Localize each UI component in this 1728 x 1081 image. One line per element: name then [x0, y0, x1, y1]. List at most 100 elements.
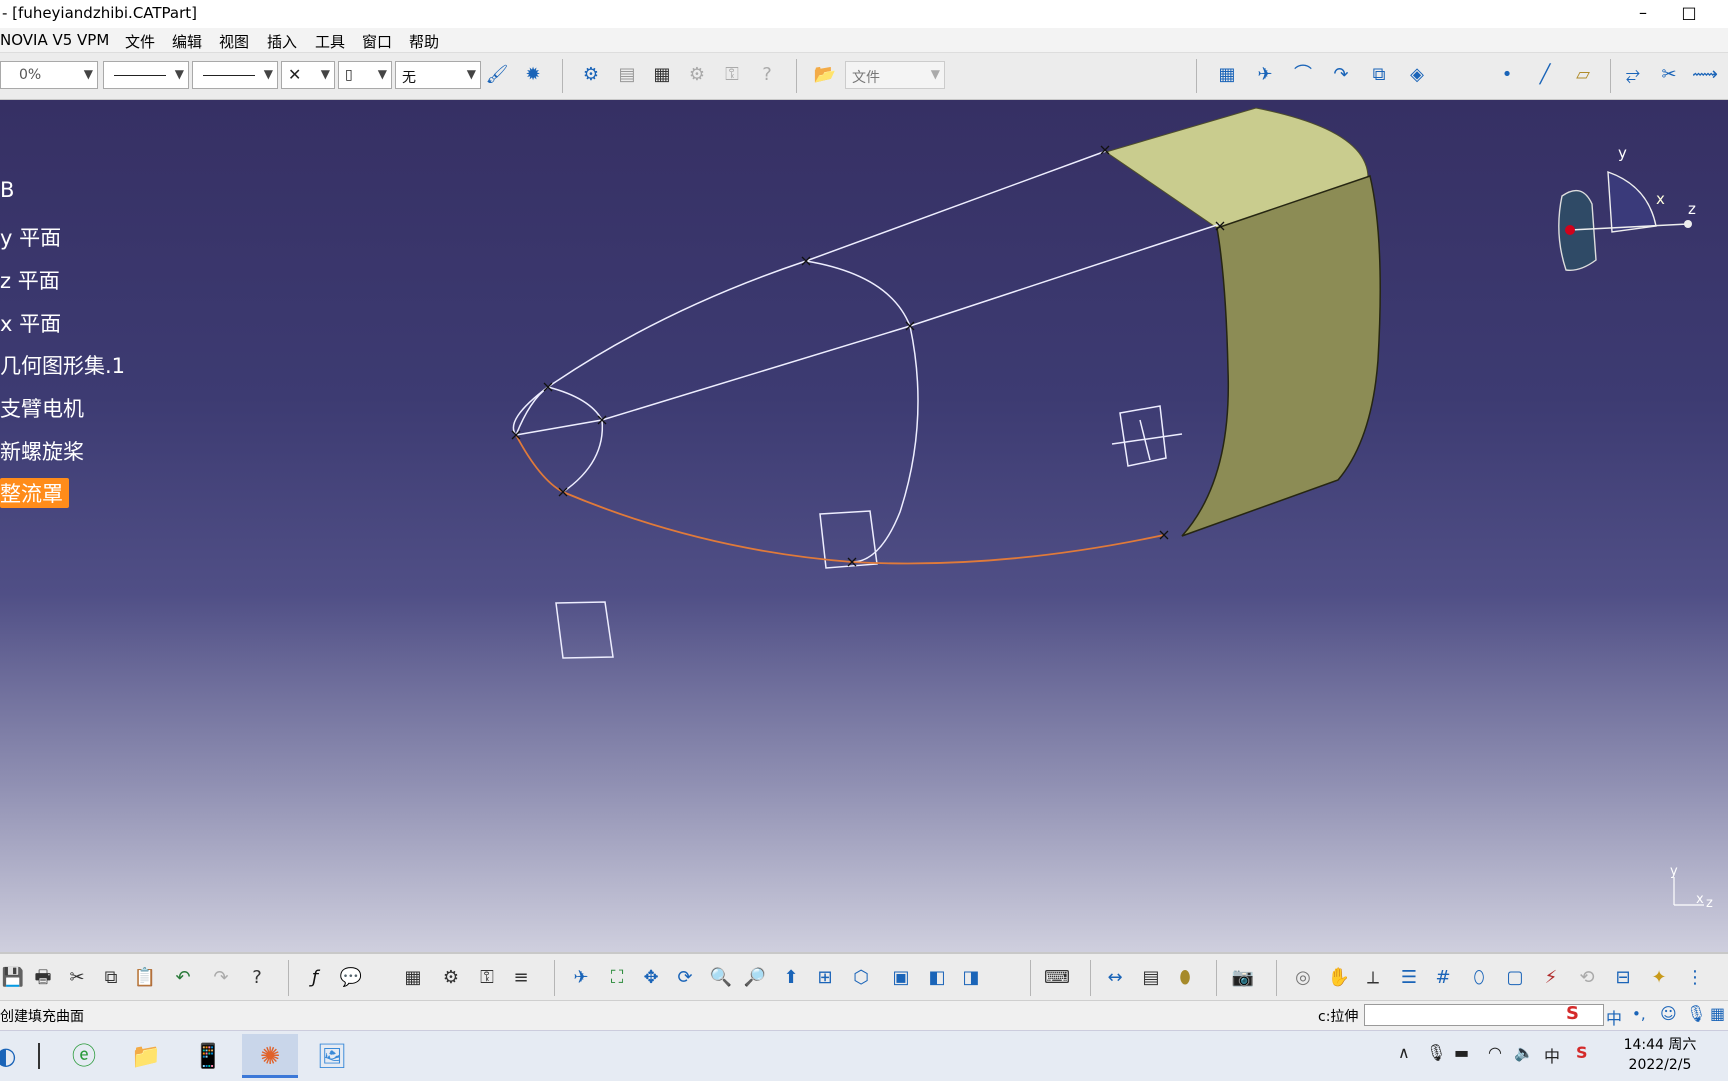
grid-icon[interactable]: #: [1430, 965, 1456, 991]
apply-material-icon[interactable]: ⬮: [1172, 965, 1198, 991]
point-symbol-combo[interactable]: ✕ ▼: [281, 61, 335, 89]
swap-space-icon[interactable]: ◨: [958, 965, 984, 991]
phone-app-icon[interactable]: 📱: [180, 1034, 236, 1078]
box-icon[interactable]: ▢: [1502, 965, 1528, 991]
catia-app-icon[interactable]: ✺: [242, 1034, 298, 1078]
more-tools-icon[interactable]: ⋮: [1682, 965, 1708, 991]
image-viewer-icon[interactable]: 🖼: [304, 1034, 360, 1078]
format-painter-icon[interactable]: 🖌: [484, 62, 510, 88]
sogou-ime-icon[interactable]: S: [1566, 1003, 1579, 1024]
3d-viewport[interactable]: B y 平面 z 平面 x 平面 几何图形集.1 支臂电机 新螺旋桨 整流罩 y…: [0, 100, 1728, 952]
knowledge-icon[interactable]: ⚙: [438, 965, 464, 991]
cylinder-icon[interactable]: ⬯: [1466, 965, 1492, 991]
tray-ime-label[interactable]: 中: [1544, 1043, 1560, 1067]
table-icon[interactable]: ▦: [400, 965, 426, 991]
copy-icon[interactable]: ⧉: [98, 965, 124, 991]
menu-tools[interactable]: 工具: [315, 31, 345, 52]
paste-icon[interactable]: 📋: [132, 965, 158, 991]
file-filter-combo[interactable]: 文件 ▼: [845, 61, 945, 89]
compass-axis-handle[interactable]: [1684, 220, 1692, 228]
start-icon[interactable]: ◐: [0, 1034, 34, 1078]
split-icon[interactable]: ✂: [1656, 62, 1682, 88]
menu-insert[interactable]: 插入: [267, 31, 297, 52]
punctuation-icon[interactable]: •,: [1632, 1005, 1646, 1023]
rotate-icon[interactable]: ⟳: [672, 965, 698, 991]
menu-edit[interactable]: 编辑: [172, 31, 202, 52]
zoom-in-icon[interactable]: 🔍: [708, 965, 734, 991]
formula-icon[interactable]: ƒ: [302, 965, 328, 991]
lock-icon[interactable]: ⚿: [719, 62, 745, 88]
fill-surface-icon[interactable]: ◈: [1404, 62, 1430, 88]
redo-icon[interactable]: ↷: [208, 965, 234, 991]
plane-icon[interactable]: ▱: [1570, 62, 1596, 88]
multi-section-icon[interactable]: ⧉: [1366, 62, 1392, 88]
file-explorer-icon[interactable]: 📁: [118, 1034, 174, 1078]
axis-system-icon[interactable]: ⟂: [1360, 965, 1386, 991]
menu-help[interactable]: 帮助: [409, 31, 439, 52]
fairing-surface-side[interactable]: [1181, 175, 1381, 537]
line-type-combo[interactable]: ▼: [192, 61, 278, 89]
catalog-icon[interactable]: ⚙: [578, 62, 604, 88]
battery-icon[interactable]: ▬: [1454, 1043, 1469, 1062]
selected-boundary-curve[interactable]: [515, 434, 1165, 565]
menu-view[interactable]: 视图: [219, 31, 249, 52]
tree-expand-icon[interactable]: ☰: [1396, 965, 1422, 991]
zoom-out-icon[interactable]: 🔎: [742, 965, 768, 991]
stop-update-icon[interactable]: ⚡: [1538, 965, 1564, 991]
ime-mode-label[interactable]: 中: [1606, 1005, 1622, 1029]
point-icon[interactable]: •: [1494, 62, 1520, 88]
instantiate-icon[interactable]: ✦: [1646, 965, 1672, 991]
save-icon[interactable]: 💾: [0, 965, 26, 991]
measure-inertia-icon[interactable]: ▤: [1138, 965, 1164, 991]
update-icon[interactable]: ⟲: [1574, 965, 1600, 991]
shading-icon[interactable]: ▣: [888, 965, 914, 991]
normal-view-icon[interactable]: ⬆: [778, 965, 804, 991]
trim-icon[interactable]: ⟿: [1692, 62, 1718, 88]
compass-origin-handle[interactable]: [1565, 225, 1575, 235]
network-icon[interactable]: ⚙: [684, 62, 710, 88]
join-icon[interactable]: ⥂: [1620, 62, 1646, 88]
sweep-icon[interactable]: ↷: [1328, 62, 1354, 88]
hide-show-icon[interactable]: ◧: [924, 965, 950, 991]
extrude-icon[interactable]: ✈: [1252, 62, 1278, 88]
line-icon[interactable]: ╱: [1532, 62, 1558, 88]
volume-icon[interactable]: 🔈: [1514, 1043, 1534, 1062]
hand-icon[interactable]: ✋: [1326, 965, 1352, 991]
comment-icon[interactable]: 💬: [338, 965, 364, 991]
sketch-icon[interactable]: ▦: [1214, 62, 1240, 88]
wifi-icon[interactable]: ◠: [1488, 1043, 1502, 1062]
browser-icon[interactable]: ⓔ: [56, 1034, 112, 1078]
compass-widget[interactable]: y x z: [1540, 142, 1700, 292]
menu-file[interactable]: 文件: [125, 31, 155, 52]
toolbox-icon[interactable]: ▦: [1710, 1004, 1725, 1023]
lock-parameter-icon[interactable]: ⚿: [474, 965, 500, 991]
print-icon[interactable]: 🖶: [30, 965, 56, 991]
cut-icon[interactable]: ✂: [64, 965, 90, 991]
measure-icon[interactable]: ↔: [1102, 965, 1128, 991]
swap-visible-icon[interactable]: ◎: [1290, 965, 1316, 991]
hierarchy-icon[interactable]: ⊟: [1610, 965, 1636, 991]
document-icon[interactable]: ▤: [614, 62, 640, 88]
analysis-icon[interactable]: ⌨: [1044, 965, 1070, 991]
tray-mic-icon[interactable]: 🎙: [1426, 1043, 1446, 1062]
minimize-button[interactable]: –: [1620, 0, 1666, 28]
revolve-icon[interactable]: ⌒: [1290, 62, 1316, 88]
report-icon[interactable]: ▦: [649, 62, 675, 88]
pan-icon[interactable]: ✥: [638, 965, 664, 991]
line-thickness-combo[interactable]: ▼: [103, 61, 189, 89]
whats-this-icon[interactable]: ?: [244, 965, 270, 991]
fit-all-icon[interactable]: ⛶: [604, 965, 630, 991]
undo-icon[interactable]: ↶: [170, 965, 196, 991]
tray-expand-icon[interactable]: ∧: [1398, 1043, 1410, 1062]
render-style-combo[interactable]: ▯ ▼: [338, 61, 392, 89]
graphic-properties-icon[interactable]: ✹: [520, 62, 546, 88]
menu-app[interactable]: NOVIA V5 VPM: [0, 31, 109, 49]
maximize-button[interactable]: □: [1666, 0, 1712, 28]
multi-view-icon[interactable]: ⊞: [812, 965, 838, 991]
emoji-icon[interactable]: ☺: [1660, 1004, 1677, 1023]
taskbar-clock[interactable]: 14:44 周六 2022/2/5: [1610, 1035, 1710, 1075]
folder-open-icon[interactable]: 📂: [812, 62, 838, 88]
parameter-explorer-icon[interactable]: ≡: [508, 965, 534, 991]
fly-mode-icon[interactable]: ✈: [568, 965, 594, 991]
transparency-combo[interactable]: 0% ▼: [0, 61, 98, 89]
